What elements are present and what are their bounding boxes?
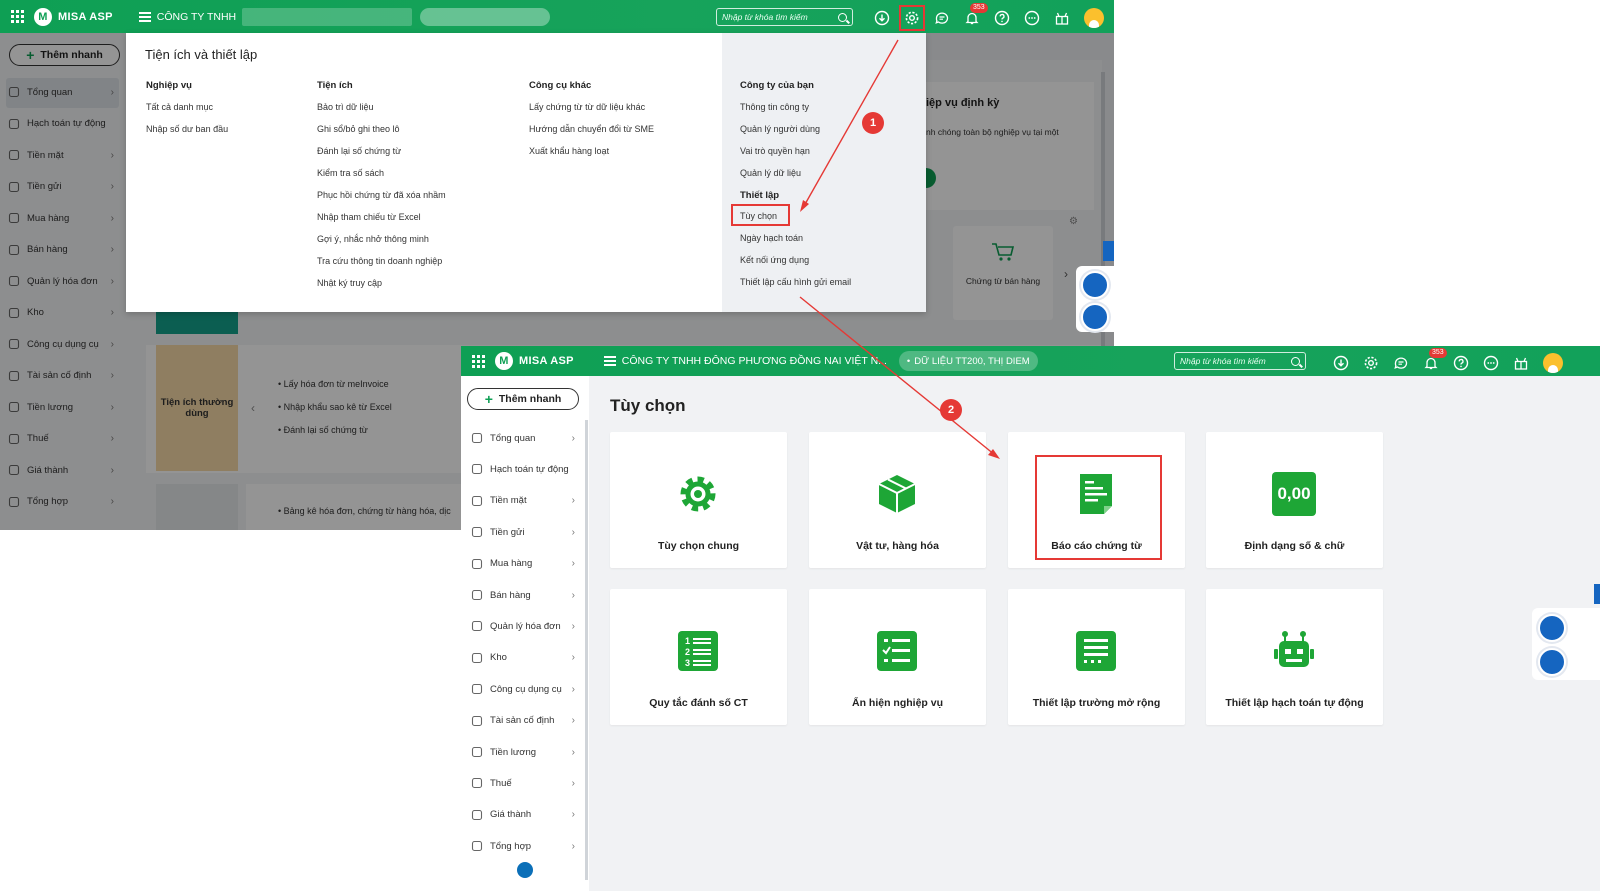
- arrow-step-2: [799, 296, 996, 456]
- arrow-head-1: [800, 200, 809, 212]
- step-number-1: 1: [862, 112, 884, 134]
- annotation-arrows: [799, 39, 1000, 459]
- step-number-2: 2: [940, 399, 962, 421]
